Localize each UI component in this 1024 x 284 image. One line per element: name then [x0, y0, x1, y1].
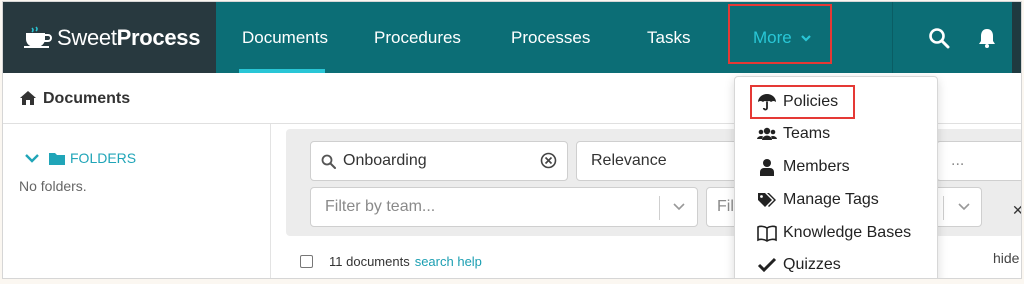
- menu-item-quizzes[interactable]: Quizzes: [757, 256, 841, 274]
- app-window: SweetProcess Documents Procedures Proces…: [2, 1, 1022, 279]
- chevron-down-icon: [673, 203, 685, 211]
- partial-filter-right[interactable]: ...: [936, 141, 1021, 181]
- nav-tasks[interactable]: Tasks: [647, 2, 690, 73]
- select-separator: [943, 196, 944, 220]
- brand-name: SweetProcess: [57, 24, 201, 50]
- folder-icon: [49, 152, 65, 165]
- results-row: 11 documents search help: [300, 254, 482, 269]
- sort-value: Relevance: [591, 152, 667, 169]
- hide-link[interactable]: hide: [993, 250, 1019, 266]
- documents-count: 11 documents: [329, 254, 410, 269]
- brand-logo[interactable]: SweetProcess: [3, 2, 216, 73]
- nav-documents[interactable]: Documents: [242, 2, 328, 73]
- folders-label: FOLDERS: [70, 150, 137, 166]
- top-navbar: SweetProcess Documents Procedures Proces…: [3, 2, 1021, 73]
- select-separator: [659, 196, 660, 220]
- tags-icon: [758, 193, 776, 207]
- sort-select[interactable]: Relevance: [576, 141, 746, 181]
- search-help-link[interactable]: search help: [415, 254, 482, 269]
- users-icon: [757, 127, 777, 140]
- more-dropdown-menu: Policies Teams Members Manage Tags Knowl…: [734, 76, 938, 278]
- nav-more[interactable]: More: [753, 2, 812, 73]
- menu-item-manage-tags[interactable]: Manage Tags: [757, 191, 879, 209]
- chevron-down-icon: [800, 34, 811, 42]
- reset-filters-button[interactable]: ✕ Re: [1012, 202, 1021, 219]
- partial-right-text: ...: [951, 152, 965, 169]
- nav-procedures[interactable]: Procedures: [374, 2, 461, 73]
- select-all-checkbox[interactable]: [300, 255, 313, 268]
- menu-item-policies[interactable]: Policies: [757, 93, 838, 111]
- umbrella-icon: [758, 94, 776, 111]
- search-field[interactable]: Onboarding: [310, 141, 568, 181]
- nav-divider: [892, 2, 893, 73]
- check-icon: [757, 257, 777, 273]
- home-icon[interactable]: [19, 90, 37, 106]
- menu-item-teams[interactable]: Teams: [757, 125, 830, 143]
- book-icon: [757, 225, 777, 242]
- search-input: Onboarding: [343, 152, 427, 169]
- nav-edge: [1012, 2, 1021, 73]
- page-title: Documents: [43, 90, 131, 107]
- team-filter-placeholder: Filter by team...: [325, 198, 436, 215]
- no-folders-text: No folders.: [19, 178, 87, 194]
- search-icon: [321, 154, 336, 169]
- chevron-down-icon: [958, 203, 970, 211]
- menu-item-members[interactable]: Members: [757, 158, 850, 176]
- sidebar: FOLDERS No folders.: [3, 124, 271, 278]
- teacup-logo-icon: [24, 25, 52, 48]
- search-icon[interactable]: [928, 27, 950, 49]
- menu-item-knowledge-bases[interactable]: Knowledge Bases: [757, 224, 911, 242]
- user-icon: [760, 159, 774, 176]
- chevron-down-icon: [25, 154, 39, 163]
- nav-processes[interactable]: Processes: [511, 2, 590, 73]
- clear-icon[interactable]: [540, 152, 557, 169]
- second-filter-placeholder: Fil: [717, 198, 734, 215]
- folders-toggle[interactable]: FOLDERS: [25, 150, 136, 166]
- team-filter-select[interactable]: Filter by team...: [310, 187, 698, 227]
- bell-icon[interactable]: [976, 27, 998, 49]
